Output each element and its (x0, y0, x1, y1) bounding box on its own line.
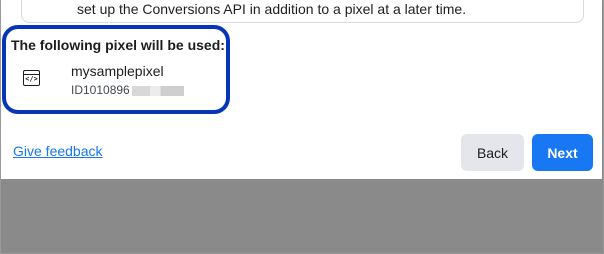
highlight-annotation (2, 25, 230, 114)
next-button[interactable]: Next (532, 134, 593, 171)
back-button[interactable]: Back (461, 134, 524, 171)
info-card-text: set up the Conversions API in addition t… (77, 1, 467, 17)
setup-dialog: set up the Conversions API in addition t… (1, 0, 602, 179)
give-feedback-link[interactable]: Give feedback (13, 143, 103, 159)
